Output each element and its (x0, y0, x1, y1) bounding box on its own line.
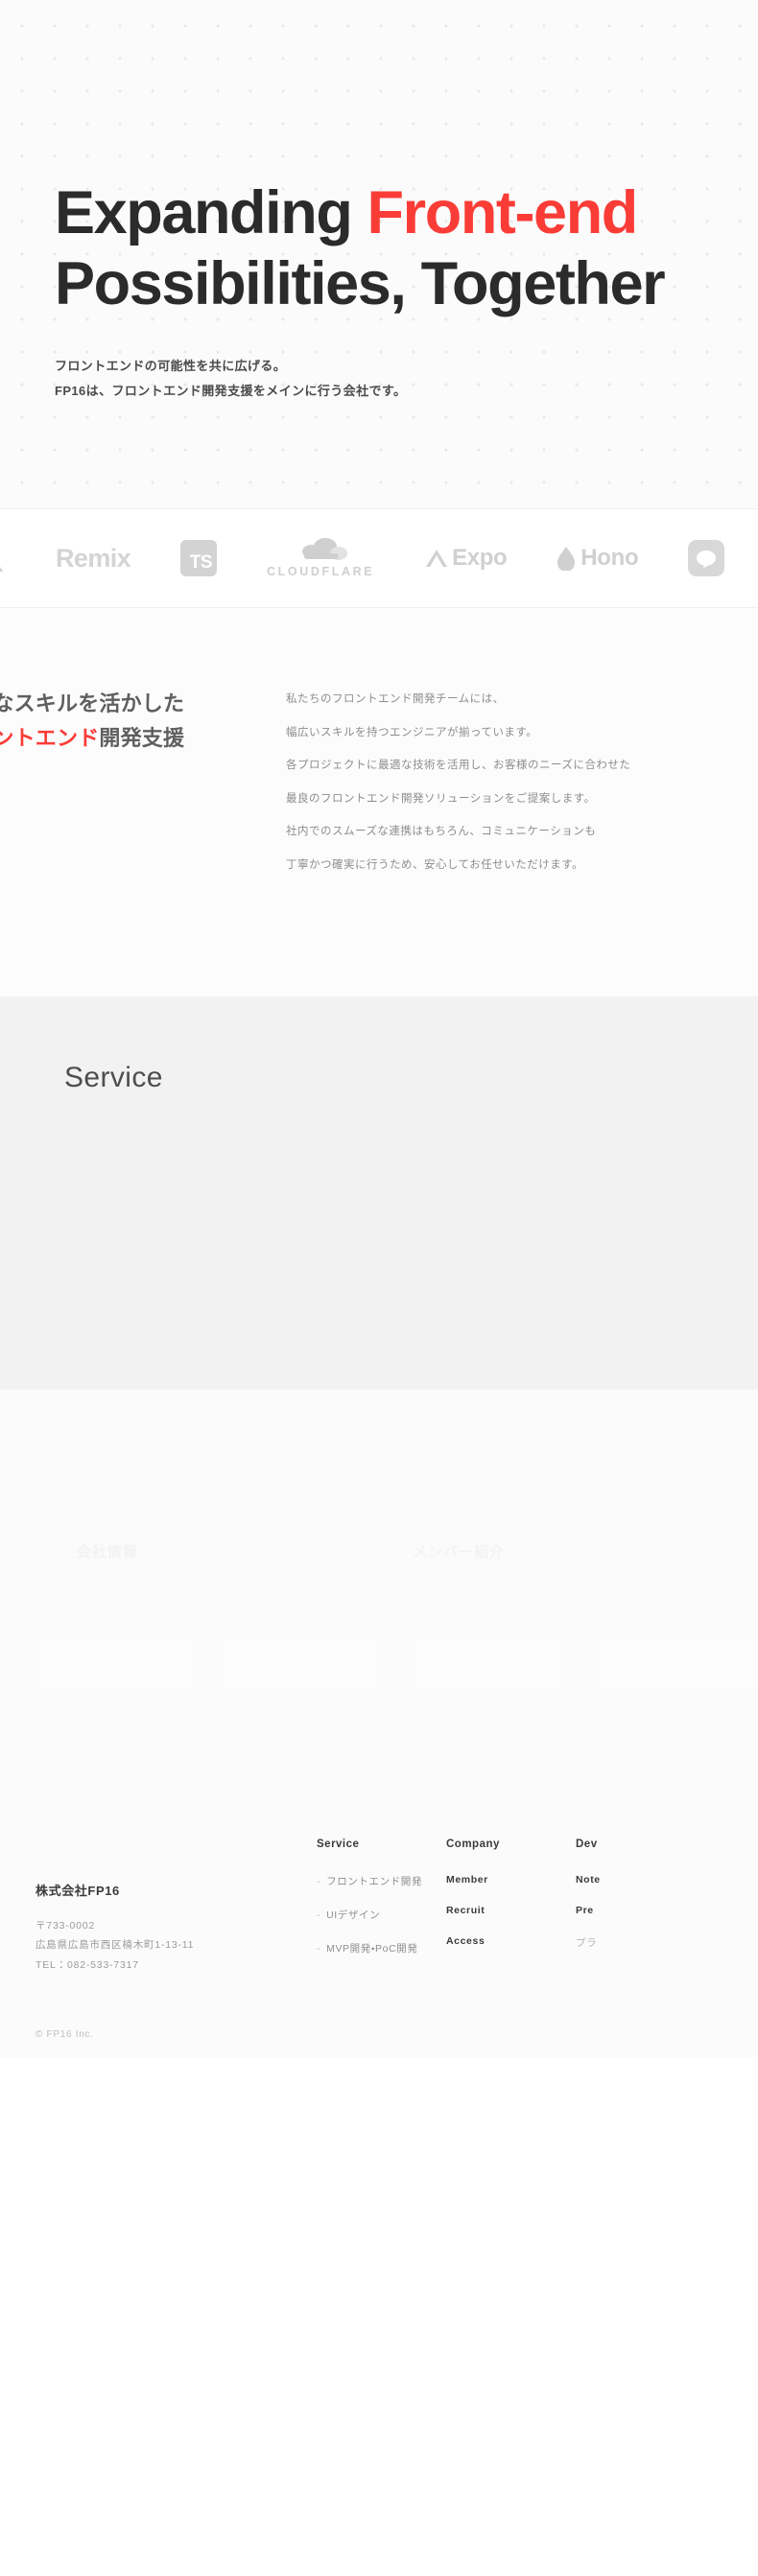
footer-link-item[interactable]: Recruit (446, 1905, 576, 1916)
footer-link-item[interactable]: Pre (576, 1905, 710, 1916)
intro-body-line: 各プロジェクトに最適な技術を活用し、お客様のニーズに合わせた (286, 749, 758, 783)
footer-link-list: -フロントエンド開発 -UIデザイン -MVP開発・PoC開発 (317, 1874, 446, 1955)
footer-link-label: MVP開発・PoC開発 (326, 1941, 417, 1955)
service-section-title: Service (64, 1062, 163, 1094)
footer-column-dev: Dev Note Pre プラ (576, 1838, 710, 1975)
footer-row: 株式会社FP16 〒733-0002 広島県広島市西区楠木町1-13-11 TE… (0, 1817, 758, 1975)
footer-link-label: UIデザイン (326, 1908, 380, 1922)
site-footer: 株式会社FP16 〒733-0002 広島県広島市西区楠木町1-13-11 TE… (0, 1745, 758, 2057)
intro-heading-block: 多彩なスキルを活かした フロントエンド開発支援 (0, 683, 228, 755)
typescript-logo-label: TS (180, 540, 217, 576)
expo-logo-label: Expo (452, 545, 507, 572)
dash-icon: - (317, 1909, 320, 1921)
dash-icon: - (317, 1876, 320, 1887)
footer-address-block: 〒733-0002 広島県広島市西区楠木町1-13-11 TEL：082-533… (36, 1916, 317, 1975)
line-logo (688, 536, 724, 580)
hero-subtitle: フロントエンドの可能性を共に広げる。 FP16は、フロントエンド開発支援をメイン… (55, 354, 758, 404)
vercel-logo (0, 536, 6, 580)
footer-link-list: Member Recruit Access (446, 1874, 576, 1947)
expo-logo: Expo (424, 536, 507, 580)
footer-column-title: Dev (576, 1838, 710, 1850)
footer-link-label: Recruit (446, 1905, 485, 1916)
hero-title-line1: Expanding Front-end (55, 179, 637, 246)
page-title: Expanding Front-end Possibilities, Toget… (55, 178, 758, 319)
logo-marquee-track: Remix TS CLOUDFLARE Expo (0, 536, 724, 580)
line-logo-mark (688, 540, 724, 576)
remix-logo-label: Remix (56, 544, 130, 574)
intro-body-line: 社内でのスムーズな連携はもちろん、コミュニケーションも (286, 815, 758, 849)
intro-row: 多彩なスキルを活かした フロントエンド開発支援 私たちのフロントエンド開発チーム… (0, 683, 758, 881)
hono-logo: Hono (557, 536, 638, 580)
dash-icon: - (317, 1943, 320, 1955)
reveal-section: 会社情報 メンバー紹介 (0, 1390, 758, 1745)
intro-body: 私たちのフロントエンド開発チームには、 幅広いスキルを持つエンジニアが揃っていま… (228, 683, 758, 881)
footer-column-title: Service (317, 1838, 446, 1850)
hero-title-part-a: Expanding (55, 179, 367, 246)
remix-logo: Remix (56, 536, 130, 580)
hero-title-accent: Front-end (367, 179, 637, 246)
footer-column-company: Company Member Recruit Access (446, 1838, 576, 1975)
hero-content: Expanding Front-end Possibilities, Toget… (55, 178, 758, 404)
reveal-label-company-info: 会社情報 (77, 1541, 138, 1561)
intro-heading-accent: フロントエンド (0, 726, 99, 750)
footer-column-title: Company (446, 1838, 576, 1850)
intro-heading-line2-rest: 開発支援 (99, 726, 184, 750)
hero-section: Expanding Front-end Possibilities, Toget… (0, 0, 758, 508)
footer-address: 広島県広島市西区楠木町1-13-11 (36, 1935, 317, 1955)
hero-title-line2: Possibilities, Together (55, 250, 664, 317)
hero-subtitle-line2: FP16は、フロントエンド開発支援をメインに行う会社です。 (55, 379, 758, 404)
service-section: Service (0, 996, 758, 1390)
cloudflare-logo: CLOUDFLARE (267, 536, 374, 580)
footer-link-list: Note Pre プラ (576, 1874, 710, 1950)
footer-link-item[interactable]: Access (446, 1935, 576, 1947)
footer-link-item[interactable]: プラ (576, 1935, 710, 1950)
footer-link-label: Access (446, 1935, 485, 1947)
footer-link-label: プラ (576, 1935, 597, 1950)
intro-heading: 多彩なスキルを活かした フロントエンド開発支援 (0, 687, 228, 755)
footer-link-label: Pre (576, 1905, 594, 1916)
footer-telephone: TEL：082-533-7317 (36, 1955, 317, 1975)
footer-company-info: 株式会社FP16 〒733-0002 広島県広島市西区楠木町1-13-11 TE… (0, 1817, 317, 1975)
typescript-logo: TS (180, 536, 217, 580)
intro-heading-line1: 多彩なスキルを活かした (0, 691, 184, 715)
footer-copyright: © FP16 Inc. (36, 2029, 94, 2040)
footer-link-label: Note (576, 1874, 601, 1885)
intro-body-line: 幅広いスキルを持つエンジニアが揃っています。 (286, 716, 758, 750)
footer-link-label: フロントエンド開発 (326, 1874, 422, 1888)
reveal-card (413, 1634, 566, 1692)
logo-marquee: Remix TS CLOUDFLARE Expo (0, 508, 758, 608)
reveal-placeholder-cards (0, 1634, 758, 1701)
landing-page: Expanding Front-end Possibilities, Toget… (0, 0, 758, 2057)
footer-column-service: Service -フロントエンド開発 -UIデザイン -MVP開発・PoC開発 (317, 1838, 446, 1975)
reveal-card (225, 1634, 379, 1692)
intro-body-line: 最良のフロントエンド開発ソリューションをご提案します。 (286, 783, 758, 816)
footer-link-item[interactable]: -フロントエンド開発 (317, 1874, 446, 1888)
footer-link-item[interactable]: -MVP開発・PoC開発 (317, 1941, 446, 1955)
footer-link-item[interactable]: Note (576, 1874, 710, 1885)
footer-company-name: 株式会社FP16 (36, 1881, 317, 1899)
intro-body-line: 丁寧かつ確実に行うため、安心してお任せいただけます。 (286, 849, 758, 882)
footer-postal-code: 〒733-0002 (36, 1916, 317, 1935)
intro-body-line: 私たちのフロントエンド開発チームには、 (286, 683, 758, 716)
cloudflare-logo-label: CLOUDFLARE (267, 565, 374, 578)
footer-link-label: Member (446, 1874, 488, 1885)
footer-link-item[interactable]: Member (446, 1874, 576, 1885)
footer-navigation: Service -フロントエンド開発 -UIデザイン -MVP開発・PoC開発 … (317, 1817, 758, 1975)
reveal-card (600, 1634, 753, 1692)
footer-link-item[interactable]: -UIデザイン (317, 1908, 446, 1922)
hero-subtitle-line1: フロントエンドの可能性を共に広げる。 (55, 354, 758, 379)
hono-logo-label: Hono (580, 545, 638, 572)
reveal-label-member-intro: メンバー紹介 (413, 1541, 505, 1561)
intro-section: 多彩なスキルを活かした フロントエンド開発支援 私たちのフロントエンド開発チーム… (0, 608, 758, 996)
reveal-card (38, 1634, 192, 1692)
